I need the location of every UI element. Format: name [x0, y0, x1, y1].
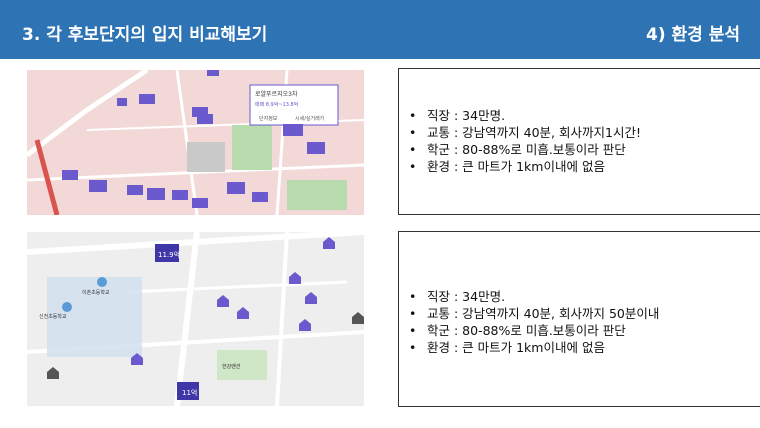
map-candidate-1[interactable]: 로얄푸르지오3차 매매 8.9억~13.8억 단지정보 시세/실거래가	[27, 70, 364, 215]
list-item: • 교통 : 강남역까지 40분, 회사까지 50분이내	[409, 306, 660, 321]
list-item: • 교통 : 강남역까지 40분, 회사까지1시간!	[409, 125, 641, 140]
map-1-graphic: 로얄푸르지오3차 매매 8.9억~13.8억 단지정보 시세/실거래가	[27, 70, 364, 215]
list-item: • 직장 : 34만명.	[409, 289, 506, 304]
slide-header: 3. 각 후보단지의 입지 비교해보기 4) 환경 분석	[0, 0, 760, 59]
section-label: 4) 환경 분석	[646, 25, 740, 45]
map2-label-park: 한강맨션	[222, 363, 241, 370]
map2-price-bottom: 11억	[182, 389, 197, 397]
map1-popup-btn-right: 시세/실거래가	[295, 115, 325, 122]
candidate-2-info: • 직장 : 34만명. • 교통 : 강남역까지 40분, 회사까지 50분이내 …	[398, 231, 760, 407]
map-2-graphic: 이촌초등학교 신천초등학교 한강맨션 11.9억 11억	[27, 232, 364, 406]
list-item: • 직장 : 34만명.	[409, 108, 506, 123]
candidate-1-info: • 직장 : 34만명. • 교통 : 강남역까지 40분, 회사까지1시간! • 학…	[398, 68, 760, 215]
map-candidate-2[interactable]: 이촌초등학교 신천초등학교 한강맨션 11.9억 11억	[27, 232, 364, 406]
candidate-2-list: • 직장 : 34만명. • 교통 : 강남역까지 40분, 회사까지 50분이내 …	[409, 288, 659, 356]
list-item: • 환경 : 큰 마트가 1km이내에 없음	[409, 159, 605, 174]
map2-label-school1: 이촌초등학교	[82, 289, 110, 296]
candidate-1-list: • 직장 : 34만명. • 교통 : 강남역까지 40분, 회사까지1시간! • 학…	[409, 107, 641, 175]
list-item: • 학군 : 80-88%로 미흡.보통이라 판단	[409, 323, 626, 338]
map2-price-top: 11.9억	[158, 251, 180, 259]
map1-popup-btn-left: 단지정보	[259, 115, 278, 122]
list-item: • 학군 : 80-88%로 미흡.보통이라 판단	[409, 142, 626, 157]
slide-title: 3. 각 후보단지의 입지 비교해보기	[22, 25, 268, 45]
map1-popup-line: 매매 8.9억~13.8억	[255, 101, 298, 108]
map2-label-school2: 신천초등학교	[39, 313, 67, 320]
map1-popup-title: 로얄푸르지오3차	[255, 90, 298, 98]
list-item: • 환경 : 큰 마트가 1km이내에 없음	[409, 340, 605, 355]
